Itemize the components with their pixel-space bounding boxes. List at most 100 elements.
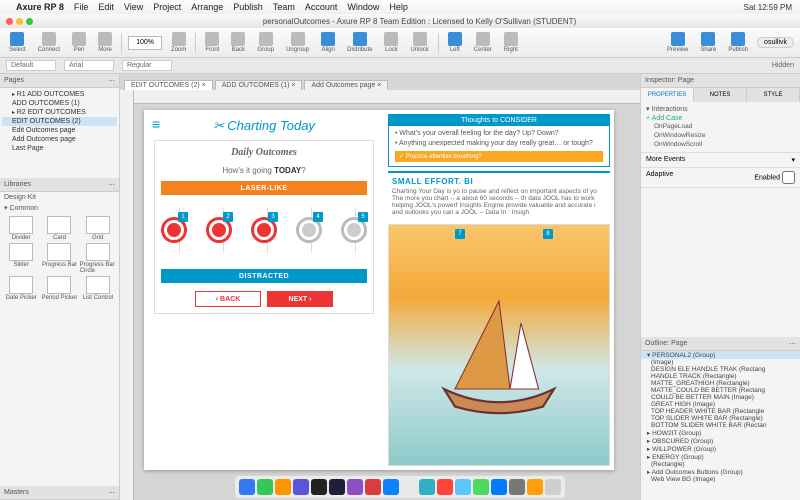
more-events[interactable]: More Events — [646, 156, 685, 164]
tab-properties[interactable]: PROPERTIES — [641, 88, 694, 102]
tool-publish[interactable]: Publish — [725, 32, 751, 53]
outline-row[interactable]: BOTTOM SLIDER WHITE BAR (Rectan — [641, 422, 800, 429]
dock-app-icon[interactable] — [329, 479, 345, 495]
tool-pen[interactable]: Pen — [69, 32, 89, 53]
panel-menu-icon[interactable]: ⋯ — [108, 181, 115, 189]
menu-help[interactable]: Help — [389, 2, 408, 12]
dock-app-icon[interactable] — [527, 479, 543, 495]
dock-app-icon[interactable] — [401, 479, 417, 495]
page-tree-item[interactable]: ADD OUTCOMES (1) — [2, 99, 117, 108]
hidden-toggle[interactable]: Hidden — [772, 62, 794, 69]
library-widget[interactable]: Progress Bar — [41, 243, 77, 274]
menu-edit[interactable]: Edit — [98, 2, 114, 12]
page-tree-item[interactable]: Edit Outcomes page — [2, 126, 117, 135]
event-item[interactable]: OnWindowResize — [646, 131, 795, 140]
outline-row[interactable]: ▾ PERSONAL2 (Group) — [641, 351, 800, 359]
dock-app-icon[interactable] — [437, 479, 453, 495]
minimize-icon[interactable] — [16, 18, 23, 25]
menu-file[interactable]: File — [74, 2, 89, 12]
page-tree-item[interactable]: R1 ADD OUTCOMES — [2, 90, 117, 99]
dock-app-icon[interactable] — [311, 479, 327, 495]
tool-preview[interactable]: Preview — [664, 32, 691, 53]
tool-share[interactable]: Share — [697, 32, 719, 53]
dock-app-icon[interactable] — [293, 479, 309, 495]
menu-arrange[interactable]: Arrange — [191, 2, 223, 12]
tool-align[interactable]: Align — [318, 32, 338, 53]
artboard[interactable]: ≡ ✂ Charting Today Daily Outcomes How's … — [144, 110, 614, 470]
font-select[interactable]: Arial — [64, 60, 114, 71]
outline-row[interactable]: (Rectangle) — [641, 461, 800, 468]
app-menu[interactable]: Axure RP 8 — [16, 2, 64, 12]
document-tab[interactable]: ADD OUTCOMES (1) × — [215, 80, 303, 90]
next-button[interactable]: NEXT › — [267, 291, 333, 307]
library-widget[interactable]: Period Picker — [41, 276, 77, 301]
align-left[interactable]: Left — [445, 32, 465, 53]
tool-lock[interactable]: Lock — [381, 32, 401, 53]
tool-select[interactable]: Select — [6, 32, 29, 53]
outline-row[interactable]: MATTE_GREATHIGH (Rectangle) — [641, 380, 800, 387]
tool-more[interactable]: More — [95, 32, 115, 53]
dock-app-icon[interactable] — [545, 479, 561, 495]
menu-publish[interactable]: Publish — [233, 2, 263, 12]
library-widget[interactable]: Progress Bar Circle — [80, 243, 116, 274]
add-case-link[interactable]: + Add Case — [646, 115, 795, 122]
menu-account[interactable]: Account — [305, 2, 338, 12]
library-widget[interactable]: Date Picker — [3, 276, 39, 301]
tab-style[interactable]: STYLE — [747, 88, 800, 102]
canvas[interactable]: ≡ ✂ Charting Today Daily Outcomes How's … — [120, 90, 640, 500]
dock-app-icon[interactable] — [383, 479, 399, 495]
dock-app-icon[interactable] — [347, 479, 363, 495]
tab-notes[interactable]: NOTES — [694, 88, 747, 102]
menu-project[interactable]: Project — [153, 2, 181, 12]
outline-row[interactable]: GREAT HIGH (Image) — [641, 401, 800, 408]
outline-row[interactable]: MATTE_COULD BE BETTER (Rectang — [641, 387, 800, 394]
tool-back[interactable]: Back — [228, 32, 248, 53]
dock-app-icon[interactable] — [455, 479, 471, 495]
panel-menu-icon[interactable]: ⋯ — [108, 489, 115, 497]
dock-app-icon[interactable] — [473, 479, 489, 495]
outline-row[interactable]: TOP HEADER WHITE BAR (Rectangle — [641, 408, 800, 415]
event-item[interactable]: OnWindowScroll — [646, 140, 795, 149]
document-tab[interactable]: Add Outcomes page × — [304, 80, 388, 90]
tool-connect[interactable]: Connect — [35, 32, 63, 53]
tool-zoom[interactable]: Zoom — [168, 32, 189, 53]
page-tree-item[interactable]: Add Outcomes page — [2, 135, 117, 144]
rating-icon[interactable]: 4 — [296, 217, 322, 243]
rating-icon[interactable]: 1 — [161, 217, 187, 243]
page-tree-item[interactable]: Last Page — [2, 144, 117, 153]
style-select[interactable]: Default — [6, 60, 56, 71]
outline-tree[interactable]: ▾ PERSONAL2 (Group)(Image)DESIGN ELE HAN… — [641, 351, 800, 500]
dock-app-icon[interactable] — [257, 479, 273, 495]
page-tree-item[interactable]: EDIT OUTCOMES (2) — [2, 117, 117, 126]
annotation-badge[interactable]: 8 — [543, 229, 553, 239]
pages-tree[interactable]: R1 ADD OUTCOMESADD OUTCOMES (1)R2 EDIT O… — [0, 88, 119, 178]
library-kit[interactable]: Design Kit — [0, 192, 119, 203]
tool-front[interactable]: Front — [202, 32, 222, 53]
outline-row[interactable]: (Image) — [641, 359, 800, 366]
outline-row[interactable]: HANDLE TRACK (Rectangle) — [641, 373, 800, 380]
panel-menu-icon[interactable]: ⋯ — [789, 340, 796, 348]
zoom-field[interactable]: 100% — [128, 36, 162, 50]
outline-row[interactable]: ▸ Add Outcomes Buttons (Group) — [641, 468, 800, 476]
dock-app-icon[interactable] — [365, 479, 381, 495]
event-item[interactable]: OnPageLoad — [646, 122, 795, 131]
dock-app-icon[interactable] — [491, 479, 507, 495]
chevron-down-icon[interactable]: ▾ — [791, 156, 795, 164]
tool-group[interactable]: Group — [254, 32, 277, 53]
document-tab[interactable]: EDIT OUTCOMES (2) × — [124, 80, 213, 90]
menu-window[interactable]: Window — [347, 2, 379, 12]
outline-row[interactable]: ▸ WILLPOWER (Group) — [641, 445, 800, 453]
align-right[interactable]: Right — [501, 32, 521, 53]
rating-icon[interactable]: 3 — [251, 217, 277, 243]
annotation-badge[interactable]: 7 — [455, 229, 465, 239]
rating-icon[interactable]: 2 — [206, 217, 232, 243]
weight-select[interactable]: Regular — [122, 60, 172, 71]
hamburger-icon[interactable]: ≡ — [152, 116, 160, 132]
back-button[interactable]: ‹ BACK — [195, 291, 261, 307]
rating-icon[interactable]: 5 — [341, 217, 367, 243]
menu-view[interactable]: View — [124, 2, 143, 12]
menu-team[interactable]: Team — [273, 2, 295, 12]
dock-app-icon[interactable] — [239, 479, 255, 495]
outline-row[interactable]: ▸ ENERGY (Group) — [641, 453, 800, 461]
align-center[interactable]: Center — [471, 32, 495, 53]
